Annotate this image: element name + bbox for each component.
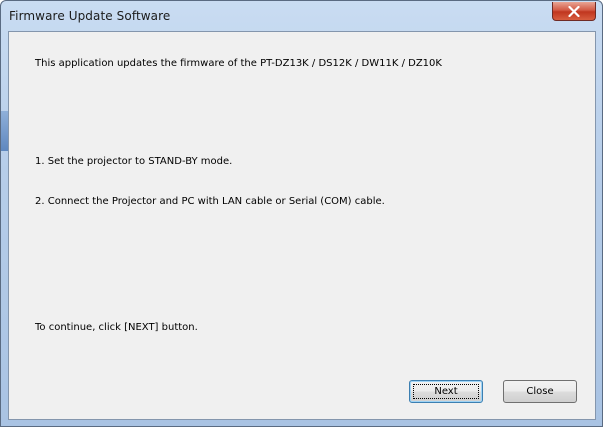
window-close-button[interactable] (552, 2, 596, 21)
close-button[interactable]: Close (503, 380, 577, 403)
intro-text: This application updates the firmware of… (35, 58, 442, 69)
dialog-content: This application updates the firmware of… (8, 31, 596, 420)
close-button-label: Close (526, 386, 554, 397)
window-frame-edge (1, 111, 8, 151)
window-title: Firmware Update Software (9, 9, 171, 23)
next-button-label: Next (434, 386, 458, 397)
next-button[interactable]: Next (409, 380, 483, 403)
dialog-window: Firmware Update Software This applicatio… (0, 0, 603, 427)
step-1-text: 1. Set the projector to STAND-BY mode. (35, 156, 233, 167)
step-2-text: 2. Connect the Projector and PC with LAN… (35, 196, 385, 207)
title-bar[interactable]: Firmware Update Software (1, 1, 602, 31)
continue-instruction: To continue, click [NEXT] button. (35, 322, 198, 333)
close-icon (568, 5, 580, 17)
